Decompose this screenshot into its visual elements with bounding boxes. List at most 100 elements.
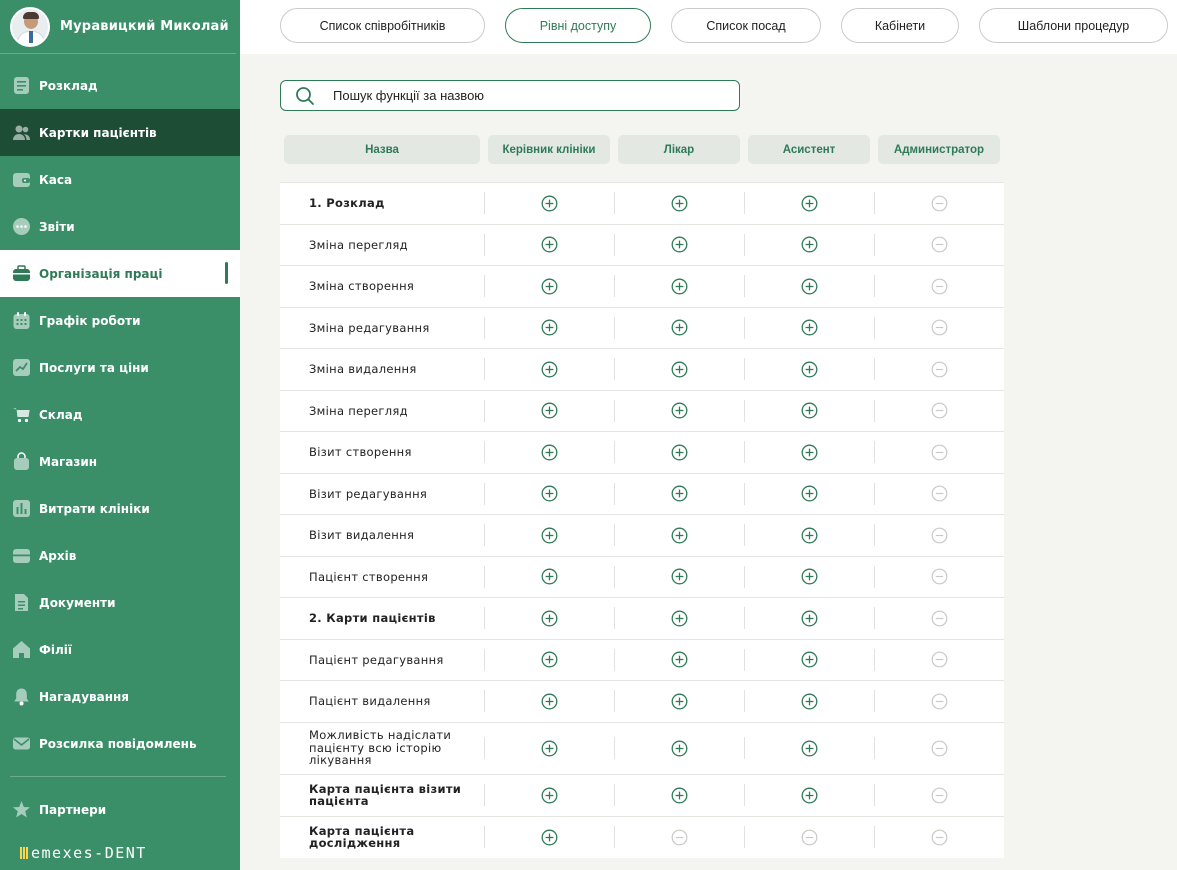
avatar[interactable] — [10, 6, 50, 47]
column-header-1[interactable]: Керівник клініки — [488, 135, 610, 164]
tab-1[interactable]: Рівні доступу — [505, 8, 651, 43]
permission-granted-toggle[interactable] — [614, 225, 744, 266]
permission-granted-toggle[interactable] — [484, 308, 614, 349]
sidebar-item-home[interactable]: Філії — [0, 626, 240, 673]
permission-granted-toggle[interactable] — [744, 723, 874, 774]
sidebar-item-label: Архів — [39, 548, 77, 563]
permission-granted-toggle[interactable] — [614, 775, 744, 816]
sidebar-item-partners[interactable]: Партнери — [0, 786, 240, 833]
permission-denied-toggle[interactable] — [874, 557, 1004, 598]
search-box[interactable] — [280, 80, 740, 111]
permission-granted-toggle[interactable] — [484, 474, 614, 515]
column-header-4[interactable]: Администратор — [878, 135, 1000, 164]
permission-granted-toggle[interactable] — [614, 598, 744, 639]
sidebar-item-cart[interactable]: Склад — [0, 391, 240, 438]
permission-granted-toggle[interactable] — [744, 183, 874, 224]
permission-granted-toggle[interactable] — [744, 225, 874, 266]
permission-granted-toggle[interactable] — [484, 266, 614, 307]
permission-granted-toggle[interactable] — [484, 183, 614, 224]
permission-denied-toggle[interactable] — [874, 723, 1004, 774]
permission-granted-toggle[interactable] — [744, 557, 874, 598]
plus-circle-icon — [541, 787, 557, 803]
column-header-3[interactable]: Асистент — [748, 135, 870, 164]
permission-granted-toggle[interactable] — [744, 432, 874, 473]
permission-granted-toggle[interactable] — [614, 515, 744, 556]
minus-circle-icon — [801, 829, 817, 845]
permission-granted-toggle[interactable] — [614, 432, 744, 473]
permission-denied-toggle[interactable] — [874, 640, 1004, 681]
permission-granted-toggle[interactable] — [484, 723, 614, 774]
permission-granted-toggle[interactable] — [484, 817, 614, 858]
tab-4[interactable]: Шаблони процедур — [979, 8, 1168, 43]
permission-denied-toggle[interactable] — [874, 681, 1004, 722]
permission-granted-toggle[interactable] — [484, 640, 614, 681]
permission-granted-toggle[interactable] — [744, 266, 874, 307]
permission-granted-toggle[interactable] — [614, 183, 744, 224]
permission-granted-toggle[interactable] — [614, 474, 744, 515]
sidebar-item-shop-bag[interactable]: Магазин — [0, 438, 240, 485]
permission-granted-toggle[interactable] — [744, 640, 874, 681]
permission-granted-toggle[interactable] — [484, 349, 614, 390]
sidebar-item-archive[interactable]: Архів — [0, 532, 240, 579]
search-input[interactable] — [333, 88, 713, 103]
sidebar-item-patients[interactable]: Картки пацієнтів — [0, 109, 240, 156]
permission-granted-toggle[interactable] — [484, 681, 614, 722]
sidebar-item-reports[interactable]: Звіти — [0, 203, 240, 250]
permission-granted-toggle[interactable] — [484, 515, 614, 556]
permission-granted-toggle[interactable] — [614, 723, 744, 774]
permission-denied-toggle[interactable] — [614, 817, 744, 858]
permission-denied-toggle[interactable] — [874, 266, 1004, 307]
permission-denied-toggle[interactable] — [874, 515, 1004, 556]
function-name: Пацієнт створення — [309, 569, 429, 584]
sidebar-item-document[interactable]: Документи — [0, 579, 240, 626]
permission-denied-toggle[interactable] — [744, 817, 874, 858]
permission-denied-toggle[interactable] — [874, 183, 1004, 224]
permission-granted-toggle[interactable] — [484, 598, 614, 639]
permission-granted-toggle[interactable] — [614, 391, 744, 432]
tab-3[interactable]: Кабінети — [841, 8, 959, 43]
sidebar-item-calendar[interactable]: Графік роботи — [0, 297, 240, 344]
permission-granted-toggle[interactable] — [744, 515, 874, 556]
permission-granted-toggle[interactable] — [744, 349, 874, 390]
permission-granted-toggle[interactable] — [484, 775, 614, 816]
plus-circle-icon — [671, 651, 687, 668]
permission-denied-toggle[interactable] — [874, 817, 1004, 858]
sidebar-item-mail[interactable]: Розсилка повідомлень — [0, 720, 240, 767]
tab-2[interactable]: Список посад — [671, 8, 821, 43]
sidebar-item-schedule[interactable]: Розклад — [0, 62, 240, 109]
permission-granted-toggle[interactable] — [744, 391, 874, 432]
plus-circle-icon — [801, 693, 817, 710]
permission-granted-toggle[interactable] — [744, 308, 874, 349]
user-profile[interactable]: Муравицкий Миколай — [0, 0, 236, 54]
permission-denied-toggle[interactable] — [874, 432, 1004, 473]
permission-granted-toggle[interactable] — [744, 775, 874, 816]
permission-granted-toggle[interactable] — [744, 598, 874, 639]
permission-denied-toggle[interactable] — [874, 391, 1004, 432]
permission-granted-toggle[interactable] — [614, 349, 744, 390]
tab-0[interactable]: Список співробітників — [280, 8, 485, 43]
permission-denied-toggle[interactable] — [874, 598, 1004, 639]
permission-denied-toggle[interactable] — [874, 225, 1004, 266]
permission-granted-toggle[interactable] — [484, 432, 614, 473]
permission-granted-toggle[interactable] — [614, 308, 744, 349]
permission-granted-toggle[interactable] — [484, 391, 614, 432]
sidebar-item-wallet[interactable]: Каса — [0, 156, 240, 203]
permission-denied-toggle[interactable] — [874, 349, 1004, 390]
permission-denied-toggle[interactable] — [874, 775, 1004, 816]
permission-granted-toggle[interactable] — [614, 640, 744, 681]
permission-granted-toggle[interactable] — [614, 557, 744, 598]
sidebar-item-bar-chart[interactable]: Витрати клініки — [0, 485, 240, 532]
permission-granted-toggle[interactable] — [484, 557, 614, 598]
sidebar-item-chart-line[interactable]: Послуги та ціни — [0, 344, 240, 391]
column-header-0[interactable]: Назва — [284, 135, 480, 164]
column-header-2[interactable]: Лікар — [618, 135, 740, 164]
sidebar-item-bell[interactable]: Нагадування — [0, 673, 240, 720]
permission-granted-toggle[interactable] — [744, 474, 874, 515]
permission-granted-toggle[interactable] — [484, 225, 614, 266]
sidebar-item-briefcase[interactable]: Організація праці — [0, 250, 240, 297]
permission-granted-toggle[interactable] — [614, 681, 744, 722]
permission-denied-toggle[interactable] — [874, 474, 1004, 515]
permission-granted-toggle[interactable] — [744, 681, 874, 722]
permission-denied-toggle[interactable] — [874, 308, 1004, 349]
permission-granted-toggle[interactable] — [614, 266, 744, 307]
